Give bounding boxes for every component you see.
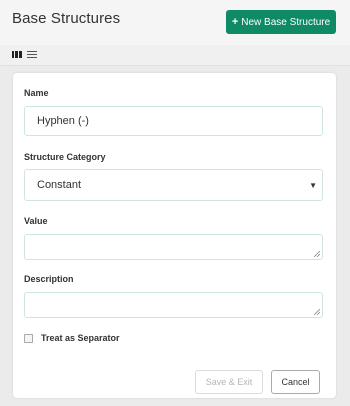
description-textarea[interactable] xyxy=(24,292,323,318)
cancel-button[interactable]: Cancel xyxy=(271,370,320,394)
structure-category-value: Constant xyxy=(37,179,82,191)
treat-as-separator-checkbox[interactable] xyxy=(24,333,33,343)
base-structure-form: Name Hyphen (-) Structure Category Const… xyxy=(13,73,336,398)
resize-handle-icon[interactable] xyxy=(314,251,320,257)
name-label: Name xyxy=(24,88,49,98)
plus-icon: + xyxy=(231,16,239,28)
grid-view-icon[interactable] xyxy=(12,50,22,59)
page-title: Base Structures xyxy=(12,10,121,27)
view-toggle-bar xyxy=(0,45,350,66)
new-base-structure-label: New Base Structure xyxy=(241,16,331,28)
structure-category-select[interactable]: Constant ▼ xyxy=(24,169,323,201)
treat-as-separator-row: Treat as Separator xyxy=(24,333,120,343)
name-input[interactable]: Hyphen (-) xyxy=(24,106,323,136)
name-value: Hyphen (-) xyxy=(37,115,89,127)
save-exit-button[interactable]: Save & Exit xyxy=(195,370,263,394)
new-base-structure-button[interactable]: + New Base Structure xyxy=(226,10,336,34)
chevron-down-icon: ▼ xyxy=(309,181,317,190)
page-header: Base Structures + New Base Structure xyxy=(0,0,350,45)
value-label: Value xyxy=(24,216,48,226)
treat-as-separator-label: Treat as Separator xyxy=(41,333,120,343)
resize-handle-icon[interactable] xyxy=(314,309,320,315)
description-label: Description xyxy=(24,274,74,284)
value-textarea[interactable] xyxy=(24,234,323,260)
list-view-icon[interactable] xyxy=(27,50,37,59)
structure-category-label: Structure Category xyxy=(24,152,106,162)
